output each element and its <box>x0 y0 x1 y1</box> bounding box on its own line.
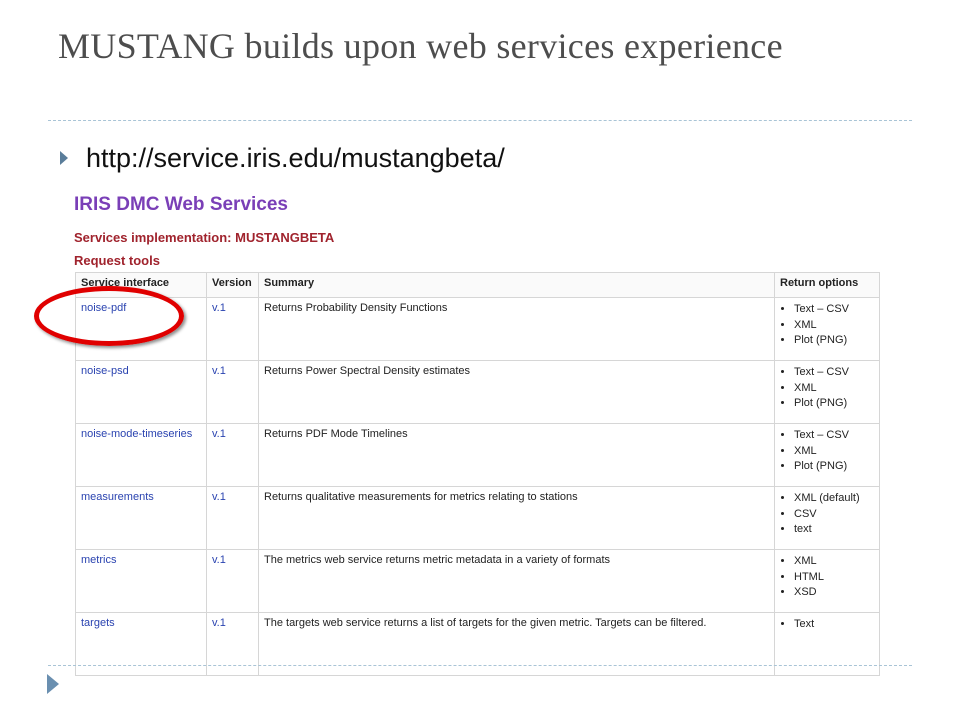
table-row: measurements v.1 Returns qualitative mea… <box>75 486 880 550</box>
services-heading: IRIS DMC Web Services <box>74 194 289 215</box>
return-option: text <box>794 522 874 538</box>
return-options-cell: Text <box>774 612 880 676</box>
services-table: Service interface Version Summary Return… <box>75 272 880 676</box>
return-option: Plot (PNG) <box>794 396 874 412</box>
return-option: XML <box>794 318 874 334</box>
highlight-oval <box>34 286 184 346</box>
return-option: XML <box>794 444 874 460</box>
summary-cell: Returns PDF Mode Timelines <box>258 423 775 487</box>
version-link[interactable]: v.1 <box>206 612 259 676</box>
column-header-return-options: Return options <box>774 272 880 298</box>
return-option: XML (default) <box>794 491 874 507</box>
summary-cell: Returns Power Spectral Density estimates <box>258 360 775 424</box>
summary-cell: The metrics web service returns metric m… <box>258 549 775 613</box>
return-option: HTML <box>794 570 874 586</box>
version-link[interactable]: v.1 <box>206 423 259 487</box>
version-link[interactable]: v.1 <box>206 297 259 361</box>
column-header-version: Version <box>206 272 259 298</box>
summary-cell: The targets web service returns a list o… <box>258 612 775 676</box>
service-link[interactable]: targets <box>75 612 207 676</box>
return-option: Text – CSV <box>794 302 874 318</box>
return-option: XSD <box>794 585 874 601</box>
bullet-item: http://service.iris.edu/mustangbeta/ <box>60 140 505 176</box>
version-link[interactable]: v.1 <box>206 360 259 424</box>
return-option: Plot (PNG) <box>794 459 874 475</box>
bottom-divider <box>48 665 912 666</box>
web-services-screenshot: IRIS DMC Web Services Services implement… <box>74 190 880 676</box>
version-link[interactable]: v.1 <box>206 486 259 550</box>
return-options-cell: XML (default) CSV text <box>774 486 880 550</box>
table-row: noise-mode-timeseries v.1 Returns PDF Mo… <box>75 423 880 487</box>
service-link[interactable]: measurements <box>75 486 207 550</box>
return-options-cell: Text – CSV XML Plot (PNG) <box>774 297 880 361</box>
return-option: Text – CSV <box>794 365 874 381</box>
return-options-cell: Text – CSV XML Plot (PNG) <box>774 360 880 424</box>
corner-triangle-icon <box>47 674 59 694</box>
return-option: XML <box>794 554 874 570</box>
version-link[interactable]: v.1 <box>206 549 259 613</box>
return-options-cell: XML HTML XSD <box>774 549 880 613</box>
table-row: noise-psd v.1 Returns Power Spectral Den… <box>75 360 880 424</box>
request-tools-label: Request tools <box>74 253 160 268</box>
return-option: XML <box>794 381 874 397</box>
return-option: Text – CSV <box>794 428 874 444</box>
service-link[interactable]: metrics <box>75 549 207 613</box>
table-row: metrics v.1 The metrics web service retu… <box>75 549 880 613</box>
return-option: Plot (PNG) <box>794 333 874 349</box>
return-option: CSV <box>794 507 874 523</box>
table-header-row: Service interface Version Summary Return… <box>75 272 880 298</box>
table-row: targets v.1 The targets web service retu… <box>75 612 880 676</box>
top-divider <box>48 120 912 121</box>
table-row: noise-pdf v.1 Returns Probability Densit… <box>75 297 880 361</box>
mustang-url[interactable]: http://service.iris.edu/mustangbeta/ <box>86 143 505 174</box>
service-link[interactable]: noise-psd <box>75 360 207 424</box>
slide-title: MUSTANG builds upon web services experie… <box>58 26 783 66</box>
summary-cell: Returns qualitative measurements for met… <box>258 486 775 550</box>
return-options-cell: Text – CSV XML Plot (PNG) <box>774 423 880 487</box>
summary-cell: Returns Probability Density Functions <box>258 297 775 361</box>
service-link[interactable]: noise-mode-timeseries <box>75 423 207 487</box>
triangle-bullet-icon <box>60 151 68 165</box>
column-header-summary: Summary <box>258 272 775 298</box>
return-option: Text <box>794 617 874 633</box>
services-subheading: Services implementation: MUSTANGBETA <box>74 230 335 245</box>
